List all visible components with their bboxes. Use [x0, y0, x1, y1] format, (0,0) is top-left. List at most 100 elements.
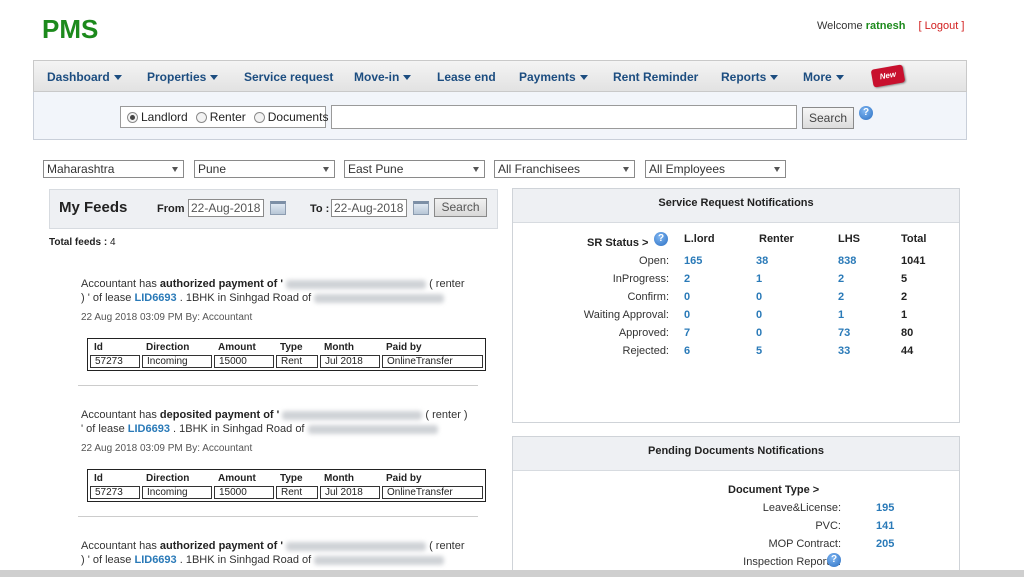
total-feeds: Total feeds : 4: [49, 237, 116, 248]
sr-count-link[interactable]: 0: [756, 309, 762, 321]
sr-count-link[interactable]: 1: [838, 309, 844, 321]
nav-service-request[interactable]: Service request: [244, 70, 333, 84]
sr-count-link[interactable]: 0: [756, 291, 762, 303]
sr-count-link[interactable]: 838: [838, 255, 856, 267]
total-feeds-label: Total feeds :: [49, 237, 108, 248]
franchisee-select[interactable]: All Franchisees: [494, 160, 635, 178]
radio-dot-icon[interactable]: [253, 111, 265, 123]
help-icon[interactable]: ?: [654, 232, 668, 246]
horizontal-scrollbar[interactable]: [0, 570, 1024, 577]
lease-link[interactable]: LID6693: [134, 554, 176, 566]
feeds-header: My Feeds From : 22-Aug-2018 To : 22-Aug-…: [49, 189, 498, 229]
feed-prefix: Accountant has: [81, 278, 157, 290]
sr-count-link[interactable]: 33: [838, 345, 850, 357]
feed-line2: ' of lease: [81, 423, 125, 435]
main-nav: Dashboard Properties Service request Mov…: [33, 60, 967, 92]
table-row: 57273 Incoming 15000 Rent Jul 2018 Onlin…: [90, 355, 483, 368]
cell-id: 57273: [90, 355, 140, 368]
sr-count-link[interactable]: 38: [756, 255, 768, 267]
doc-row-label: Leave&License:: [762, 502, 841, 514]
nav-reports[interactable]: Reports: [721, 70, 779, 84]
doc-count-link[interactable]: 205: [876, 538, 894, 550]
nav-more[interactable]: More: [803, 70, 844, 84]
calendar-icon[interactable]: [413, 201, 429, 215]
doc-count-link[interactable]: 141: [876, 520, 894, 532]
welcome-text: Welcome: [817, 20, 863, 32]
redacted-owner: [314, 293, 445, 303]
sr-count-link[interactable]: 7: [684, 327, 690, 339]
sr-count-link[interactable]: 0: [756, 327, 762, 339]
sr-row-label: Open:: [639, 255, 669, 267]
search-input[interactable]: [331, 105, 797, 129]
sr-count-link[interactable]: 0: [684, 309, 690, 321]
sr-header-lhs: LHS: [838, 233, 860, 245]
radio-renter[interactable]: Renter: [195, 110, 246, 124]
sr-count-link[interactable]: 73: [838, 327, 850, 339]
table-header-row: Id Direction Amount Type Month Paid by: [90, 472, 483, 484]
sr-count-link[interactable]: 2: [684, 273, 690, 285]
sr-count-link[interactable]: 2: [838, 273, 844, 285]
app-logo: PMS: [42, 14, 99, 44]
chevron-down-icon: [403, 75, 412, 81]
from-date-input[interactable]: 22-Aug-2018: [188, 199, 264, 217]
doc-row-label: PVC:: [815, 520, 841, 532]
sr-row-label: Waiting Approval:: [583, 309, 669, 321]
document-type-label: Document Type >: [728, 484, 820, 496]
calendar-icon[interactable]: [270, 201, 286, 215]
cell-month: Jul 2018: [320, 486, 380, 499]
nav-reports-label: Reports: [721, 70, 767, 84]
search-button[interactable]: Search: [802, 107, 854, 129]
new-badge[interactable]: New: [870, 64, 906, 88]
area-select[interactable]: East Pune: [344, 160, 485, 178]
sr-row-label: Confirm:: [627, 291, 669, 303]
nav-dashboard[interactable]: Dashboard: [47, 70, 122, 84]
sr-count-link[interactable]: 5: [756, 345, 762, 357]
sr-count-link[interactable]: 6: [684, 345, 690, 357]
sr-total-value: 44: [901, 345, 914, 357]
nav-move-in[interactable]: Move-in: [354, 70, 412, 84]
sr-count-link[interactable]: 0: [684, 291, 690, 303]
sr-count-link[interactable]: 165: [684, 255, 702, 267]
nav-payments[interactable]: Payments: [519, 70, 588, 84]
radio-dot-icon[interactable]: [127, 111, 138, 123]
state-select-value: Maharashtra: [47, 162, 115, 176]
lease-link[interactable]: LID6693: [128, 423, 170, 435]
help-icon[interactable]: ?: [827, 553, 841, 567]
help-icon[interactable]: ?: [859, 106, 873, 120]
nav-properties[interactable]: Properties: [147, 70, 219, 84]
pending-documents-panel: Pending Documents Notifications Document…: [512, 436, 960, 577]
from-label: From :: [157, 203, 192, 215]
to-date-input[interactable]: 22-Aug-2018: [331, 199, 407, 217]
employee-select-value: All Employees: [649, 162, 726, 176]
col-id: Id: [94, 472, 103, 484]
chevron-down-icon: [623, 167, 629, 172]
chevron-down-icon: [473, 167, 479, 172]
table-header-row: Id Direction Amount Type Month Paid by: [90, 341, 483, 353]
logout-link[interactable]: Logout: [925, 20, 959, 32]
chevron-down-icon: [579, 75, 588, 81]
nav-rent-reminder[interactable]: Rent Reminder: [613, 70, 698, 84]
radio-renter-label: Renter: [209, 110, 246, 124]
payment-table: Id Direction Amount Type Month Paid by 5…: [87, 469, 486, 502]
city-select[interactable]: Pune: [194, 160, 335, 178]
sr-count-link[interactable]: 2: [838, 291, 844, 303]
state-select[interactable]: Maharashtra: [43, 160, 184, 178]
cell-month: Jul 2018: [320, 355, 380, 368]
feed-quote: ': [276, 409, 280, 421]
lease-link[interactable]: LID6693: [134, 292, 176, 304]
total-feeds-value: 4: [109, 237, 116, 248]
sr-count-link[interactable]: 1: [756, 273, 762, 285]
doc-count-link[interactable]: 195: [876, 502, 894, 514]
feed-quote: ': [280, 540, 283, 552]
nav-service-request-label: Service request: [244, 70, 334, 84]
radio-documents[interactable]: Documents: [253, 110, 328, 124]
nav-lease-end[interactable]: Lease end: [437, 70, 496, 84]
feeds-search-button[interactable]: Search: [434, 198, 487, 217]
radio-dot-icon[interactable]: [195, 111, 207, 123]
nav-rent-reminder-label: Rent Reminder: [613, 70, 699, 84]
feed-item: Accountant has authorized payment of ' (…: [81, 277, 481, 325]
radio-landlord[interactable]: Landlord: [127, 110, 188, 124]
employee-select[interactable]: All Employees: [645, 160, 786, 178]
cell-type: Rent: [276, 355, 318, 368]
nav-properties-label: Properties: [147, 70, 207, 84]
